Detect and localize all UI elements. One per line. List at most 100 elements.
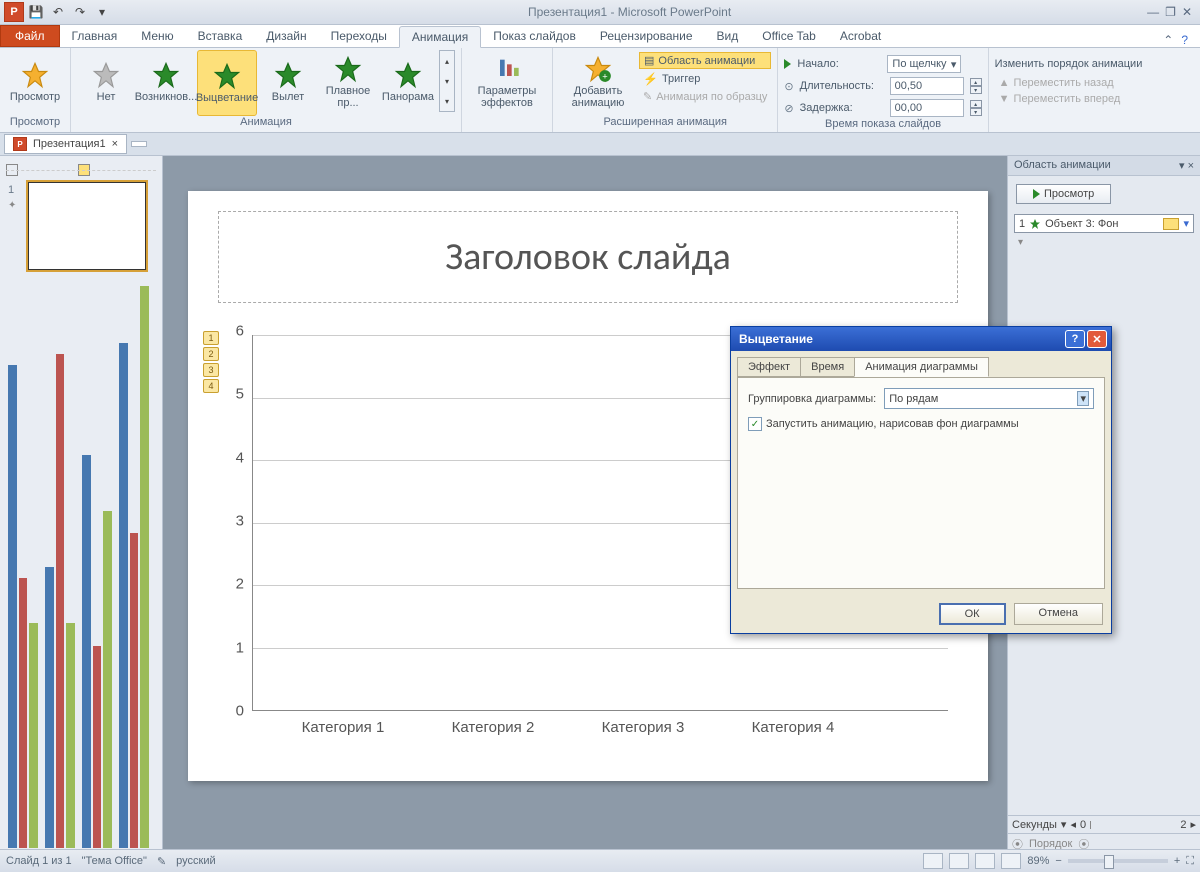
start-dropdown[interactable]: По щелчку▾ bbox=[887, 55, 961, 73]
zoom-out-icon[interactable]: − bbox=[1055, 855, 1061, 867]
anim-pane-menu-icon[interactable]: ▾ bbox=[1179, 160, 1185, 172]
anim-gallery-more[interactable]: ▴▾▾ bbox=[439, 50, 455, 112]
anim-effect-5[interactable]: Панорама bbox=[379, 50, 437, 114]
ribbon-tab-вставка[interactable]: Вставка bbox=[186, 26, 255, 47]
anim-expand-icon[interactable]: ▾ bbox=[1018, 237, 1190, 248]
animation-pane-button[interactable]: ▤Область анимации bbox=[639, 52, 771, 69]
status-language[interactable]: русский bbox=[176, 855, 215, 867]
y-tick-1: 1 bbox=[236, 639, 244, 656]
view-sorter-button[interactable] bbox=[949, 853, 969, 869]
ribbon-tab-дизайн[interactable]: Дизайн bbox=[254, 26, 318, 47]
move-earlier-button[interactable]: ▲Переместить назад bbox=[995, 76, 1143, 90]
ribbon-tab-office tab[interactable]: Office Tab bbox=[750, 26, 828, 47]
view-normal-button[interactable] bbox=[923, 853, 943, 869]
delay-spinner[interactable]: ▴▾ bbox=[970, 100, 982, 116]
seconds-dropdown-icon[interactable]: ▾ bbox=[1061, 818, 1067, 831]
sec-from: 0 bbox=[1080, 819, 1086, 831]
save-icon[interactable]: 💾 bbox=[26, 2, 46, 22]
anim-effect-0[interactable]: Нет bbox=[77, 50, 135, 114]
file-tab[interactable]: Файл bbox=[0, 25, 60, 47]
ribbon-tab-анимация[interactable]: Анимация bbox=[399, 26, 481, 48]
group-advanced-label: Расширенная анимация bbox=[559, 116, 771, 130]
minimize-ribbon-icon[interactable]: ⌃ bbox=[1163, 33, 1173, 47]
anim-effect-3[interactable]: Вылет bbox=[259, 50, 317, 114]
ribbon-tab-меню[interactable]: Меню bbox=[129, 26, 185, 47]
fit-window-icon[interactable]: ⛶ bbox=[1186, 855, 1194, 868]
y-tick-5: 5 bbox=[236, 386, 244, 403]
anim-effect-4[interactable]: Плавное пр... bbox=[319, 50, 377, 114]
dialog-titlebar[interactable]: Выцветание ? ✕ bbox=[731, 327, 1111, 351]
delay-input[interactable]: 00,00 bbox=[890, 99, 964, 117]
document-tab[interactable]: P Презентация1 × bbox=[4, 134, 127, 154]
ribbon-tab-переходы[interactable]: Переходы bbox=[319, 26, 399, 47]
move-later-button[interactable]: ▼Переместить вперед bbox=[995, 92, 1143, 106]
y-tick-6: 6 bbox=[236, 323, 244, 340]
help-icon[interactable]: ? bbox=[1181, 33, 1188, 47]
dialog-tab-0[interactable]: Эффект bbox=[737, 357, 801, 377]
qat-more-icon[interactable]: ▾ bbox=[92, 2, 112, 22]
anim-tag-4[interactable]: 4 bbox=[203, 379, 219, 393]
anim-item-dropdown-icon[interactable]: ▾ bbox=[1183, 217, 1189, 230]
duration-spinner[interactable]: ▴▾ bbox=[970, 78, 982, 94]
anim-item-label: Объект 3: Фон bbox=[1045, 218, 1118, 230]
anim-list-item[interactable]: 1 Объект 3: Фон ▾ bbox=[1014, 214, 1194, 233]
star-icon bbox=[1029, 218, 1041, 230]
trigger-button[interactable]: ⚡Триггер bbox=[639, 71, 771, 87]
category-label-0: Категория 1 bbox=[283, 719, 403, 736]
view-slideshow-button[interactable] bbox=[1001, 853, 1021, 869]
start-animation-checkbox[interactable]: ✓ Запустить анимацию, нарисовав фон диаг… bbox=[748, 417, 1094, 431]
add-animation-button[interactable]: + Добавить анимацию bbox=[559, 50, 637, 114]
preview-button[interactable]: Просмотр bbox=[6, 50, 64, 114]
restore-icon[interactable]: ❐ bbox=[1165, 5, 1176, 19]
timeline-scroll-right[interactable]: ▸ bbox=[1190, 818, 1196, 831]
close-tab-icon[interactable]: × bbox=[112, 138, 118, 150]
view-reading-button[interactable] bbox=[975, 853, 995, 869]
slide-thumbnail-1[interactable] bbox=[28, 182, 146, 270]
ribbon-tab-показ слайдов[interactable]: Показ слайдов bbox=[481, 26, 588, 47]
zoom-slider[interactable] bbox=[1068, 859, 1168, 863]
effect-options-button[interactable]: Параметры эффектов bbox=[468, 50, 546, 114]
undo-icon[interactable]: ↶ bbox=[48, 2, 68, 22]
animation-painter-button[interactable]: ✎Анимация по образцу bbox=[639, 89, 771, 104]
dialog-help-icon[interactable]: ? bbox=[1065, 330, 1085, 348]
app-icon: P bbox=[4, 2, 24, 22]
ribbon-tab-главная[interactable]: Главная bbox=[60, 26, 130, 47]
anim-tag-1[interactable]: 1 bbox=[203, 331, 219, 345]
anim-effect-1[interactable]: Возникнов... bbox=[137, 50, 195, 114]
redo-icon[interactable]: ↷ bbox=[70, 2, 90, 22]
ribbon-help: ⌃ ? bbox=[1163, 33, 1200, 47]
ok-button[interactable]: ОК bbox=[939, 603, 1006, 625]
dialog-close-icon[interactable]: ✕ bbox=[1087, 330, 1107, 348]
ribbon-tab-вид[interactable]: Вид bbox=[705, 26, 751, 47]
ribbon-tab-рецензирование[interactable]: Рецензирование bbox=[588, 26, 705, 47]
group-animation: НетВозникнов...ВыцветаниеВылетПлавное пр… bbox=[71, 48, 462, 132]
group-advanced-animation: + Добавить анимацию ▤Область анимации ⚡Т… bbox=[553, 48, 778, 132]
dialog-tab-2[interactable]: Анимация диаграммы bbox=[854, 357, 989, 377]
spellcheck-icon[interactable]: ✎ bbox=[157, 855, 166, 868]
anim-tag-2[interactable]: 2 bbox=[203, 347, 219, 361]
status-theme: "Тема Office" bbox=[82, 855, 147, 867]
dialog-title: Выцветание bbox=[739, 332, 813, 346]
group-chart-dropdown[interactable]: По рядам ▾ bbox=[884, 388, 1094, 409]
anim-pane-close-icon[interactable]: × bbox=[1188, 160, 1194, 172]
duration-input[interactable]: 00,50 bbox=[890, 77, 964, 95]
dialog-tab-1[interactable]: Время bbox=[800, 357, 855, 377]
timeline-scroll-left[interactable]: ◂ bbox=[1070, 818, 1076, 831]
title-bar: P 💾 ↶ ↷ ▾ Презентация1 - Microsoft Power… bbox=[0, 0, 1200, 25]
gridline bbox=[253, 648, 948, 649]
ribbon-tab-acrobat[interactable]: Acrobat bbox=[828, 26, 893, 47]
minimize-icon[interactable]: ― bbox=[1147, 5, 1159, 19]
title-placeholder[interactable]: Заголовок слайда bbox=[218, 211, 958, 303]
new-doc-tab[interactable] bbox=[131, 141, 147, 147]
anim-play-button[interactable]: Просмотр bbox=[1016, 184, 1111, 204]
zoom-in-icon[interactable]: + bbox=[1174, 855, 1180, 867]
zoom-percent[interactable]: 89% bbox=[1027, 855, 1049, 867]
anim-tag-3[interactable]: 3 bbox=[203, 363, 219, 377]
reorder-title: Изменить порядок анимации bbox=[995, 54, 1143, 74]
anim-effect-2[interactable]: Выцветание bbox=[197, 50, 257, 116]
close-icon[interactable]: ✕ bbox=[1182, 5, 1192, 19]
cancel-button[interactable]: Отмена bbox=[1014, 603, 1103, 625]
group-chart-label: Группировка диаграммы: bbox=[748, 393, 876, 405]
status-slide-number: Слайд 1 из 1 bbox=[6, 855, 72, 867]
doc-icon: P bbox=[13, 137, 27, 151]
